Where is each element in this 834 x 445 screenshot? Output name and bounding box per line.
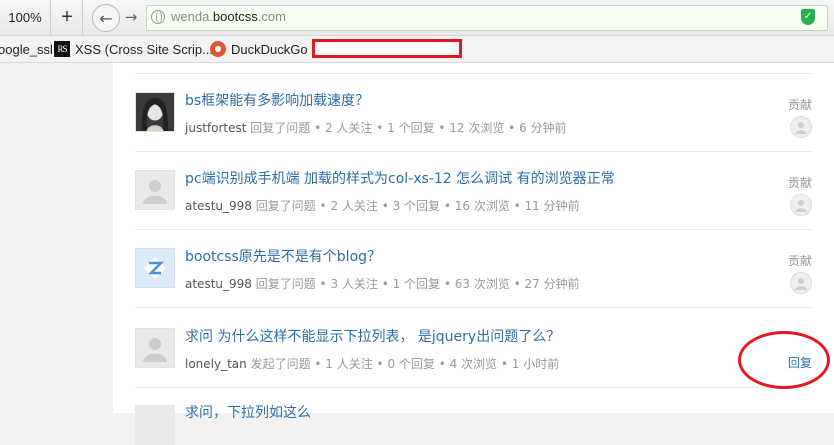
question-meta: atestu_998 回复了问题 • 2 人关注 • 3 个回复 • 16 次浏…: [185, 197, 580, 214]
contribute-label: 贡献: [787, 176, 812, 190]
question-item: bootcss原先是不是有个blog？ atestu_998 回复了问题 • 3…: [135, 230, 812, 308]
url-subdomain: wenda.: [171, 9, 213, 24]
contribute-label: 贡献: [787, 98, 812, 112]
bookmark-google-ssl[interactable]: oogle_ssl: [0, 36, 53, 62]
question-meta: lonely_tan 发起了问题 • 1 人关注 • 0 个回复 • 4 次浏览…: [185, 355, 559, 372]
annotation-circle: [738, 331, 830, 389]
back-button[interactable]: ←: [92, 4, 120, 32]
question-item: pc端识别成手机端 加载的样式为col-xs-12 怎么调试 有的浏览器正常 a…: [135, 152, 812, 230]
question-title-link[interactable]: 求问，下拉列如这么: [185, 402, 311, 422]
rs-logo-icon: RS: [54, 41, 70, 57]
url-domain: bootcss: [212, 9, 258, 24]
forward-button[interactable]: →: [120, 6, 142, 28]
meta-text: 发起了问题 • 1 人关注 • 0 个回复 • 4 次浏览 • 1 小时前: [246, 357, 560, 371]
globe-icon: [151, 10, 165, 24]
new-tab-button[interactable]: +: [52, 0, 83, 35]
back-arrow-icon: ←: [99, 8, 113, 28]
url-text: wenda.bootcss.com: [171, 9, 286, 24]
divider: [135, 307, 812, 308]
avatar[interactable]: [135, 328, 175, 368]
avatar[interactable]: [135, 92, 175, 132]
user-link[interactable]: justfortest: [185, 121, 246, 135]
bookmark-label: oogle_ssl: [0, 41, 53, 57]
meta-text: 回复了问题 • 2 人关注 • 1 个回复 • 12 次浏览 • 6 分钟前: [246, 121, 567, 135]
browser-toolbar: 100% + ← → wenda.bootcss.com ✓: [0, 0, 834, 36]
avatar[interactable]: [135, 170, 175, 210]
question-title-link[interactable]: bs框架能有多影响加载速度？: [185, 90, 369, 110]
zoom-indicator[interactable]: 100%: [0, 0, 51, 35]
redaction-box: [312, 39, 462, 58]
person-icon: [795, 122, 807, 134]
avatar[interactable]: [135, 405, 175, 445]
bookmark-xss[interactable]: RS XSS (Cross Site Scrip...: [54, 36, 213, 62]
question-item: bs框架能有多影响加载速度？ justfortest 回复了问题 • 2 人关注…: [135, 74, 812, 152]
meta-text: 回复了问题 • 3 人关注 • 1 个回复 • 63 次浏览 • 27 分钟前: [251, 277, 580, 291]
contribute-label: 贡献: [787, 254, 812, 268]
address-bar[interactable]: wenda.bootcss.com ✓: [146, 5, 828, 31]
forward-arrow-icon: →: [124, 8, 138, 26]
question-meta: atestu_998 回复了问题 • 3 人关注 • 1 个回复 • 63 次浏…: [185, 275, 580, 292]
bookmark-label: XSS (Cross Site Scrip...: [75, 41, 213, 57]
z-logo-icon: [144, 257, 166, 279]
question-title-link[interactable]: 求问 为什么这样不能显示下拉列表， 是jquery出问题了么？: [185, 326, 560, 346]
bookmark-label: DuckDuckGo: [231, 41, 308, 57]
bookmark-duckduckgo[interactable]: DuckDuckGo: [210, 36, 308, 62]
duckduckgo-icon: [210, 41, 226, 57]
user-link[interactable]: atestu_998: [185, 199, 252, 213]
url-tld: .com: [257, 9, 286, 24]
user-photo-icon: [136, 93, 174, 131]
meta-text: 回复了问题 • 2 人关注 • 3 个回复 • 16 次浏览 • 11 分钟前: [251, 199, 580, 213]
contributor-avatar[interactable]: [790, 194, 812, 216]
person-icon: [795, 278, 807, 290]
user-link[interactable]: lonely_tan: [185, 357, 247, 371]
contributor-avatar[interactable]: [790, 116, 812, 138]
contributor-avatar[interactable]: [790, 272, 812, 294]
avatar[interactable]: [135, 248, 175, 288]
question-item: 求问 为什么这样不能显示下拉列表， 是jquery出问题了么？ lonely_t…: [135, 310, 812, 388]
question-title-link[interactable]: bootcss原先是不是有个blog？: [185, 246, 381, 266]
person-icon: [795, 200, 807, 212]
person-icon: [143, 180, 167, 204]
shield-icon[interactable]: ✓: [801, 9, 815, 25]
question-meta: justfortest 回复了问题 • 2 人关注 • 1 个回复 • 12 次…: [185, 119, 567, 136]
divider: [135, 387, 812, 388]
person-icon: [143, 338, 167, 362]
user-link[interactable]: atestu_998: [185, 277, 252, 291]
question-title-link[interactable]: pc端识别成手机端 加载的样式为col-xs-12 怎么调试 有的浏览器正常: [185, 168, 615, 188]
